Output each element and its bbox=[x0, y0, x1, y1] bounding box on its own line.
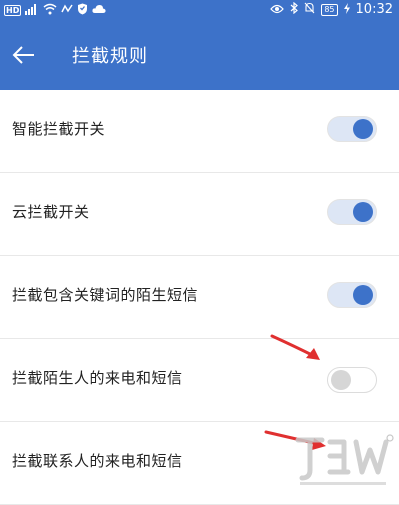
setting-row-keyword-sms[interactable]: 拦截包含关键词的陌生短信 bbox=[0, 256, 399, 339]
setting-row-cloud-block[interactable]: 云拦截开关 bbox=[0, 173, 399, 256]
toggle-knob bbox=[331, 370, 351, 390]
setting-label: 拦截陌生人的来电和短信 bbox=[12, 369, 183, 387]
setting-label: 云拦截开关 bbox=[12, 203, 90, 221]
mute-bell-icon bbox=[304, 2, 315, 17]
cloud-block-toggle[interactable] bbox=[327, 199, 377, 225]
toggle-knob bbox=[353, 285, 373, 305]
wifi-icon bbox=[43, 3, 57, 18]
battery-indicator: 85 bbox=[321, 3, 338, 16]
arrow-left-icon bbox=[12, 46, 34, 64]
signal-icon bbox=[25, 3, 39, 18]
smart-block-toggle[interactable] bbox=[327, 116, 377, 142]
setting-row-smart-block[interactable]: 智能拦截开关 bbox=[0, 90, 399, 173]
toggle-knob bbox=[353, 119, 373, 139]
status-left-icons: HD bbox=[4, 3, 106, 18]
app-bar: 拦截规则 bbox=[0, 20, 399, 90]
back-button[interactable] bbox=[8, 40, 40, 70]
page-title: 拦截规则 bbox=[72, 46, 148, 67]
annotation-arrow bbox=[270, 334, 320, 360]
cloud-icon bbox=[92, 4, 106, 17]
shield-icon bbox=[77, 3, 88, 18]
bluetooth-icon bbox=[290, 1, 299, 17]
keyword-sms-toggle[interactable] bbox=[327, 282, 377, 308]
status-bar: HD 85 10:32 bbox=[0, 0, 399, 20]
watermark-logo bbox=[295, 434, 394, 485]
hd-badge: HD bbox=[4, 5, 22, 16]
charging-icon bbox=[343, 2, 350, 17]
toggle-knob bbox=[353, 202, 373, 222]
clock: 10:32 bbox=[355, 2, 393, 17]
activity-icon bbox=[61, 3, 73, 18]
stranger-calls-toggle[interactable] bbox=[327, 367, 377, 393]
status-right-icons: 85 10:32 bbox=[270, 1, 393, 17]
eye-icon bbox=[270, 3, 285, 17]
setting-row-stranger-calls[interactable]: 拦截陌生人的来电和短信 bbox=[0, 339, 399, 422]
setting-label: 智能拦截开关 bbox=[12, 120, 106, 138]
setting-label: 拦截联系人的来电和短信 bbox=[12, 452, 183, 470]
setting-label: 拦截包含关键词的陌生短信 bbox=[12, 286, 199, 304]
